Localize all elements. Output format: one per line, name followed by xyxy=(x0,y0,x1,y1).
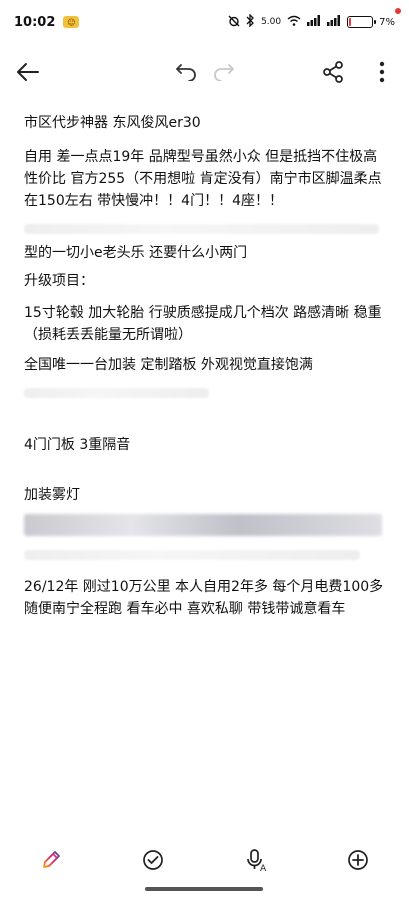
note-paragraph: 型的一切小e老头乐 还要什么小两门 xyxy=(24,245,248,261)
voice-input-icon[interactable]: A xyxy=(238,842,274,878)
pen-icon[interactable] xyxy=(33,842,69,878)
signal-1-icon xyxy=(307,15,321,29)
note-paragraph: 4门门板 3重隔音 xyxy=(24,437,131,453)
share-icon[interactable] xyxy=(317,56,349,88)
more-vertical-icon[interactable] xyxy=(366,56,398,88)
undo-icon[interactable] xyxy=(170,56,202,88)
editor-toolbar xyxy=(0,52,409,92)
note-paragraph: 升级项目： xyxy=(24,273,94,289)
note-paragraph: 加装雾灯 xyxy=(24,487,80,503)
note-paragraph: 15寸轮毂 加大轮胎 行驶质感提成几个档次 路感清晰 稳重（损耗丢丢能量无所谓啦… xyxy=(24,305,382,343)
note-body[interactable]: 市区代步神器 东风俊风er30 自用 差一点点19年 品牌型号虽然小众 但是抵挡… xyxy=(24,108,386,620)
note-paragraph: 全国唯一一台加装 定制踏板 外观视觉直接饱满 xyxy=(24,357,313,373)
note-paragraph: 26/12年 刚过10万公里 本人自用2年多 每个月电费100多 随便南宁全程跑… xyxy=(24,579,384,617)
redo-icon[interactable] xyxy=(208,56,240,88)
blurred-text-line xyxy=(24,224,379,234)
bluetooth-icon xyxy=(246,13,255,30)
signal-2-icon xyxy=(327,15,341,29)
note-title: 市区代步神器 东风俊风er30 xyxy=(24,115,201,131)
note-paragraph: 自用 差一点点19年 品牌型号虽然小众 但是抵挡不住极高性价比 官方255（不用… xyxy=(24,149,382,209)
back-arrow-icon[interactable] xyxy=(12,56,44,88)
add-icon[interactable] xyxy=(340,842,376,878)
app-notification-icon: ☺ xyxy=(63,16,80,28)
battery-level xyxy=(349,18,352,26)
status-right: 5.00 7% xyxy=(228,13,395,30)
svg-text:A: A xyxy=(260,864,267,872)
home-indicator[interactable] xyxy=(145,887,263,891)
blurred-text-line xyxy=(24,550,360,560)
battery-percent: 7% xyxy=(379,16,395,28)
status-bar: 10:02 ☺ 5.00 7% xyxy=(0,0,409,44)
checklist-icon[interactable] xyxy=(135,842,171,878)
blurred-text-line xyxy=(24,388,209,398)
network-speed: 5.00 xyxy=(261,17,282,27)
blurred-text-band xyxy=(24,514,382,536)
notification-dot xyxy=(395,8,401,14)
status-left: 10:02 ☺ xyxy=(14,14,80,30)
status-time: 10:02 xyxy=(14,14,56,30)
battery-icon xyxy=(347,16,377,28)
wifi-icon xyxy=(287,15,301,29)
bottom-toolbar: A xyxy=(0,835,409,885)
alarm-off-icon xyxy=(228,15,240,30)
